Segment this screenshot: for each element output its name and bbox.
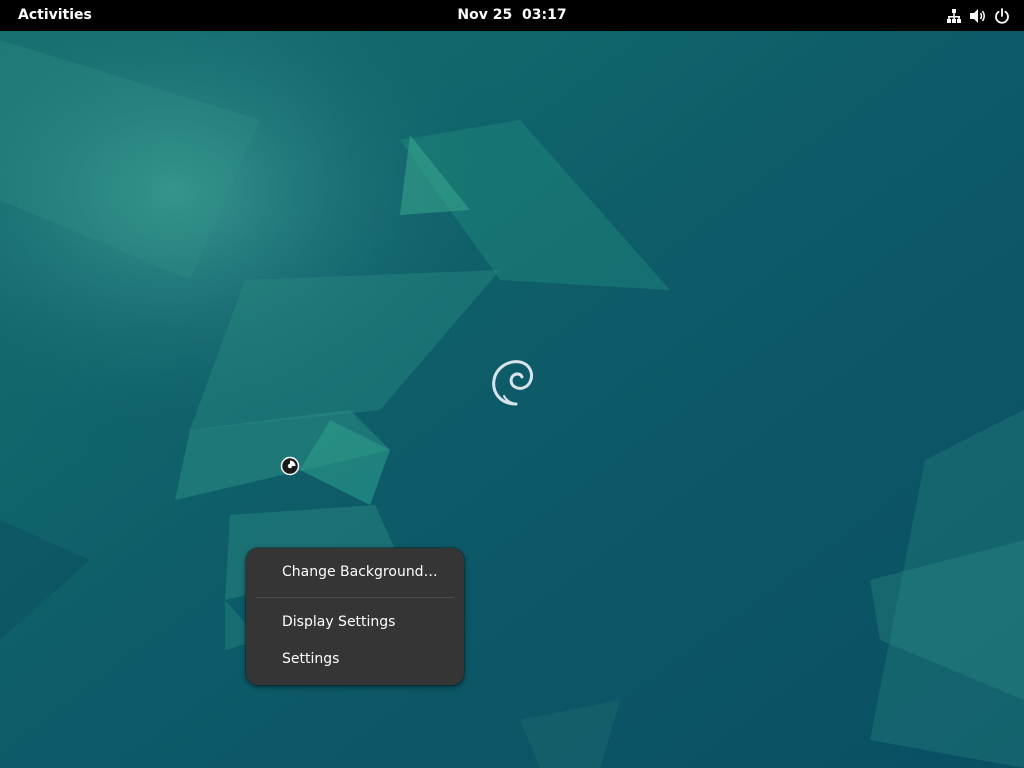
power-icon [992, 6, 1012, 26]
network-wired-icon [944, 6, 964, 26]
menu-item-change-background[interactable]: Change Background… [246, 554, 464, 591]
busy-pointer-icon [280, 456, 300, 476]
debian-logo [492, 360, 534, 406]
desktop-context-menu: Change Background… Display Settings Sett… [246, 548, 464, 685]
top-bar: Activities Nov 25 03:17 [0, 0, 1024, 31]
speaker-volume-icon [968, 6, 988, 26]
menu-separator [256, 597, 454, 598]
desktop[interactable]: Activities Nov 25 03:17 Change Backgroun… [0, 0, 1024, 768]
menu-item-display-settings[interactable]: Display Settings [246, 604, 464, 641]
clock-date: Nov 25 [457, 7, 513, 23]
clock-button[interactable]: Nov 25 03:17 [457, 7, 566, 23]
activities-button[interactable]: Activities [7, 0, 103, 31]
system-status-area[interactable] [940, 0, 1016, 31]
clock-time: 03:17 [522, 7, 567, 23]
clock: Nov 25 03:17 [0, 0, 1024, 31]
menu-item-settings[interactable]: Settings [246, 641, 464, 678]
